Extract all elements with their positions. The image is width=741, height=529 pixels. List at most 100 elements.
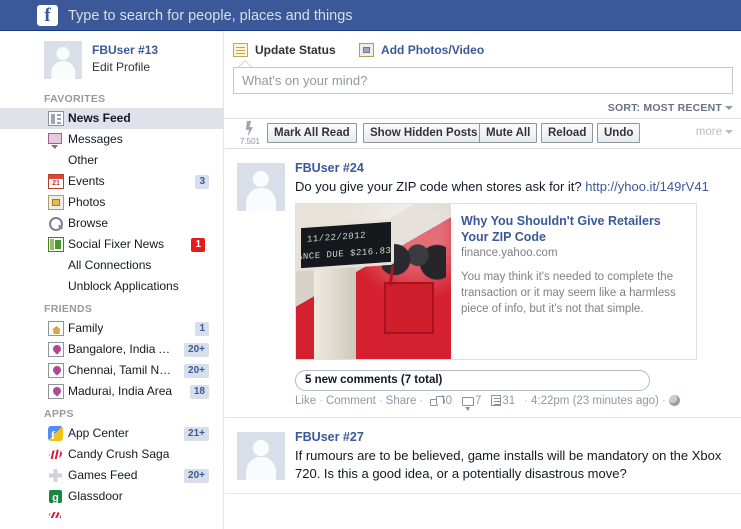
candy-icon-glyph: [48, 448, 63, 461]
sidebar-item-badge: 18: [189, 385, 209, 399]
sidebar-item-badge: 20+: [184, 469, 209, 483]
messages-icon: [48, 132, 64, 149]
attachment-thumbnail[interactable]: 11/22/2012 ANCE DUE $216.83: [296, 204, 451, 359]
sidebar-item-bangalore-india-area[interactable]: Bangalore, India Area 20+: [0, 339, 223, 360]
profile-name[interactable]: FBUser #13: [92, 43, 158, 57]
thumbnail-screen-line-1: 11/22/2012: [307, 230, 367, 245]
sidebar-item-label: All Connections: [68, 258, 152, 272]
show-hidden-posts-button[interactable]: Show Hidden Posts: [363, 123, 485, 143]
sidebar-item-social-fixer-news[interactable]: Social Fixer News 1: [0, 234, 223, 255]
sidebar-item-messages[interactable]: Messages: [0, 129, 223, 150]
edit-profile-link[interactable]: Edit Profile: [92, 60, 150, 74]
tab-add-photos-video[interactable]: Add Photos/Video: [359, 41, 484, 59]
sidebar-item-badge: 1: [195, 322, 209, 336]
newsfeed-icon: [48, 111, 64, 126]
avatar-body: [246, 187, 276, 211]
attachment-title[interactable]: Why You Shouldn't Give Retailers Your ZI…: [461, 213, 686, 245]
globe-privacy-icon[interactable]: [668, 395, 680, 406]
profile-block[interactable]: FBUser #13 Edit Profile: [0, 41, 223, 87]
post-body: FBUser #24 Do you give your ZIP code whe…: [233, 161, 733, 411]
facebook-logo-icon[interactable]: f: [37, 5, 58, 26]
sidebar-item-partial[interactable]: [0, 507, 223, 528]
sidebar-item-glassdoor[interactable]: Glassdoor: [0, 486, 223, 509]
status-input[interactable]: [233, 67, 733, 94]
chevron-down-icon: [725, 106, 733, 111]
post-author[interactable]: FBUser #24: [295, 161, 733, 175]
post-text: If rumours are to be believed, game inst…: [295, 448, 722, 481]
sidebar-section-header: FRIENDS: [44, 303, 93, 315]
link-attachment-card[interactable]: 11/22/2012 ANCE DUE $216.83 Why You Shou…: [295, 203, 697, 360]
mute-all-button[interactable]: Mute All: [479, 123, 538, 143]
social-fixer-logo[interactable]: 7.501: [235, 121, 265, 148]
share-action[interactable]: Share: [386, 395, 417, 407]
new-comments-bar[interactable]: 5 new comments (7 total): [295, 370, 650, 391]
tab-update-status[interactable]: Update Status: [233, 41, 336, 59]
location-icon: [48, 363, 64, 378]
attachment-info: Why You Shouldn't Give Retailers Your ZI…: [451, 204, 696, 359]
undo-button[interactable]: Undo: [597, 123, 641, 143]
tab-update-status-label: Update Status: [255, 43, 336, 57]
more-label: more: [695, 126, 722, 138]
magnifier-icon: [48, 216, 64, 231]
games-icon-glyph: [49, 469, 62, 482]
sidebar-item-app-center[interactable]: App Center21+: [0, 423, 223, 446]
avatar[interactable]: [237, 163, 285, 211]
sidebar-item-other[interactable]: Other: [0, 150, 223, 171]
separator-dot: ·: [378, 395, 383, 407]
search-input[interactable]: [66, 2, 726, 29]
more-toggle[interactable]: more: [696, 126, 733, 138]
avatar-head: [252, 170, 270, 187]
candy-icon-glyph: [49, 512, 61, 518]
comment-action[interactable]: Comment: [326, 395, 376, 407]
post-timestamp[interactable]: 4:22pm (23 minutes ago): [531, 395, 659, 407]
post-body: FBUser #27 If rumours are to be believed…: [233, 430, 733, 483]
post-author[interactable]: FBUser #27: [295, 430, 733, 444]
sidebar-item-family[interactable]: Family 1: [0, 318, 223, 339]
location-icon-glyph: [48, 384, 64, 399]
sidebar-item-photos[interactable]: Photos: [0, 192, 223, 213]
composer-tabs: Update Status Add Photos/Video: [233, 41, 733, 61]
sidebar-navigation: FAVORITES News FeedMessages Other Events3Ph…: [0, 87, 223, 528]
attachment-domain: finance.yahoo.com: [461, 247, 558, 259]
sidebar-item-badge: 20+: [184, 364, 209, 378]
reload-button[interactable]: Reload: [541, 123, 594, 143]
mark-all-read-button[interactable]: Mark All Read: [267, 123, 357, 143]
doc-count-group[interactable]: 31: [491, 395, 515, 407]
like-count-group[interactable]: 60: [430, 395, 452, 407]
sidebar-item-badge: 20+: [184, 343, 209, 357]
sidebar-item-events[interactable]: Events3: [0, 171, 223, 192]
social-fixer-version: 7.501: [239, 137, 261, 146]
location-icon-glyph: [48, 363, 64, 378]
avatar[interactable]: [237, 432, 285, 480]
comment-count-group[interactable]: 7: [461, 395, 481, 411]
sidebar-item-unblock-applications[interactable]: Unblock Applications: [0, 276, 223, 297]
feed-post: FBUser #27 If rumours are to be believed…: [225, 418, 741, 494]
sidebar-item-badge: 1: [191, 238, 205, 252]
post-text-content: Do you give your ZIP code when stores as…: [295, 179, 586, 194]
calendar-icon: [48, 174, 64, 189]
avatar[interactable]: [44, 41, 82, 79]
sidebar-section-header: FAVORITES: [44, 93, 106, 105]
sidebar-item-candy-crush-saga[interactable]: Candy Crush Saga: [0, 444, 223, 465]
separator-dot: ·: [419, 395, 424, 407]
separator-dot: ·: [661, 395, 666, 407]
newsfeed-icon-glyph: [48, 111, 64, 126]
doc-count: 31: [502, 395, 516, 407]
sidebar-item-all-connections[interactable]: All Connections: [0, 255, 223, 276]
post-link[interactable]: http://yhoo.it/149rV41: [585, 179, 709, 194]
sort-dropdown[interactable]: SORT: MOST RECENT: [608, 102, 733, 114]
rss-icon-glyph: [48, 237, 64, 252]
like-action[interactable]: Like: [295, 395, 316, 407]
app-center-icon-glyph: [48, 425, 63, 446]
sidebar-item-games-feed[interactable]: Games Feed 20+: [0, 465, 223, 486]
avatar-body: [51, 60, 75, 79]
sidebar-item-news-feed[interactable]: News Feed: [0, 108, 223, 129]
glassdoor-icon: [48, 488, 64, 509]
magnifier-icon-glyph: [48, 216, 64, 231]
rss-icon: [48, 237, 64, 252]
avatar-head: [56, 47, 70, 60]
sidebar-item-madurai-india-area[interactable]: Madurai, India Area 18: [0, 381, 223, 402]
status-composer: Update Status Add Photos/Video: [225, 31, 741, 94]
sidebar-item-chennai-tamil-nadu[interactable]: Chennai, Tamil Nadu...20+: [0, 360, 223, 381]
sidebar-item-browse[interactable]: Browse: [0, 213, 223, 234]
